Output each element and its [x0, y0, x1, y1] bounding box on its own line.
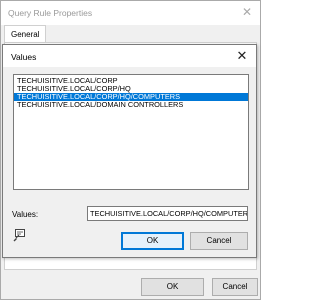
dialog-titlebar: Values ✕	[3, 45, 256, 67]
outer-cancel-button[interactable]: Cancel	[212, 278, 258, 296]
dialog-close-icon[interactable]: ✕	[234, 48, 250, 64]
dialog-cancel-button[interactable]: Cancel	[190, 232, 248, 250]
values-label: Values:	[12, 210, 39, 219]
outer-titlebar: Query Rule Properties ✕	[1, 1, 260, 25]
dialog-title: Values	[11, 52, 37, 62]
outer-close-icon[interactable]: ✕	[240, 5, 254, 19]
values-input[interactable]: TECHUISITIVE.LOCAL/CORP/HQ/COMPUTERS	[87, 206, 248, 221]
values-dialog: Values ✕ TECHUISITIVE.LOCAL/CORP TECHUISI…	[2, 44, 257, 258]
edit-item-icon[interactable]	[12, 228, 26, 242]
dialog-ok-button[interactable]: OK	[121, 232, 184, 250]
values-listbox[interactable]: TECHUISITIVE.LOCAL/CORP TECHUISITIVE.LOCA…	[13, 74, 249, 190]
tab-general[interactable]: General	[4, 25, 47, 43]
outer-window-title: Query Rule Properties	[8, 8, 93, 18]
list-item[interactable]: TECHUISITIVE.LOCAL/CORP/HQ/COMPUTERS	[14, 93, 248, 101]
list-item[interactable]: TECHUISITIVE.LOCAL/DOMAIN CONTROLLERS	[14, 101, 248, 109]
tab-bar: General	[1, 25, 260, 43]
outer-ok-button[interactable]: OK	[141, 278, 204, 296]
list-item[interactable]: TECHUISITIVE.LOCAL/CORP	[14, 77, 248, 85]
list-item[interactable]: TECHUISITIVE.LOCAL/CORP/HQ	[14, 85, 248, 93]
